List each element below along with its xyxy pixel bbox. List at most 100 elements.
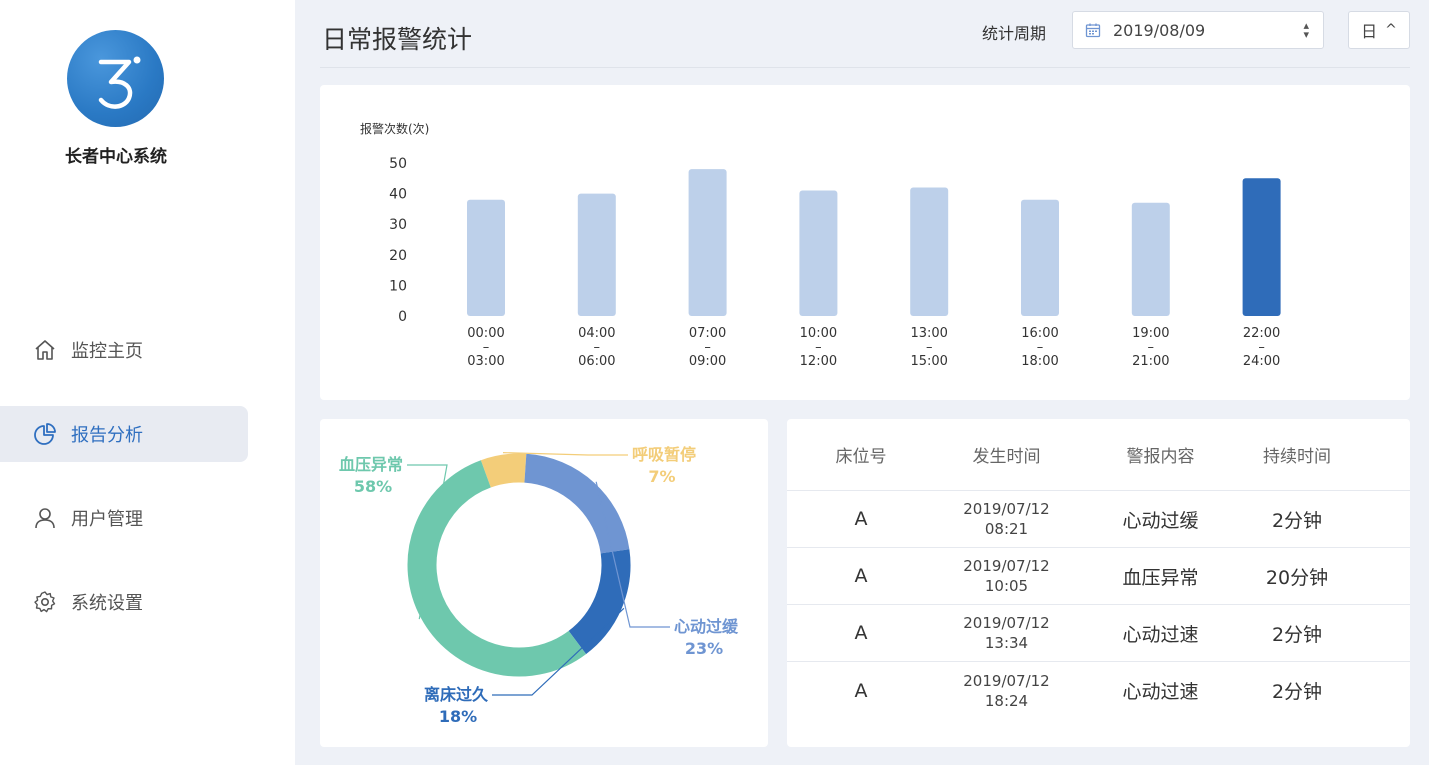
- y-tick-label: 30: [389, 217, 407, 233]
- y-axis-label: 报警次数(次): [360, 121, 429, 136]
- alarm-type-donut-chart: 血压异常 58% 呼吸暂停 7% 心动过缓 23% 离床过久 18%: [320, 419, 768, 747]
- x-tick-label: 15:00: [910, 354, 947, 369]
- y-tick-label: 10: [389, 278, 407, 294]
- sidebar-item-system-settings[interactable]: 系统设置: [0, 574, 295, 630]
- cell-content: 心动过速: [1122, 623, 1199, 646]
- cell-time: 2019/07/12 13:34: [935, 613, 1078, 653]
- brand-name: 长者中心系统: [65, 147, 167, 167]
- slice-percent: 7%: [648, 467, 675, 486]
- cell-time: 2019/07/12 10:05: [935, 556, 1078, 596]
- date-value: 2019/08/09: [1113, 20, 1206, 40]
- table-header: 床位号 发生时间 警报内容 持续时间: [787, 419, 1410, 491]
- x-tick-label: 00:00: [467, 326, 504, 341]
- x-tick-label: –: [926, 340, 933, 355]
- bar: [1021, 199, 1059, 316]
- y-tick-label: 40: [389, 187, 407, 203]
- user-icon: [33, 506, 57, 530]
- cell-content: 血压异常: [1122, 566, 1199, 589]
- cell-clock: 08:21: [984, 520, 1029, 538]
- sidebar-item-label: 报告分析: [71, 425, 143, 446]
- y-tick-label: 50: [389, 156, 407, 172]
- slice-label: 血压异常: [339, 455, 403, 474]
- y-tick-label: 0: [398, 309, 407, 325]
- cell-clock: 10:05: [984, 577, 1029, 595]
- sidebar-item-report-analysis[interactable]: 报告分析: [0, 406, 248, 462]
- y-tick-label: 20: [389, 248, 407, 264]
- x-tick-label: –: [704, 340, 711, 355]
- sidebar-item-monitor-home[interactable]: 监控主页: [0, 322, 295, 378]
- period-unit-select[interactable]: 日 ^: [1348, 11, 1410, 49]
- col-header-content: 警报内容: [1126, 447, 1195, 467]
- sidebar-nav: 监控主页 报告分析 用户管理 系统设置: [0, 322, 295, 658]
- table-row[interactable]: A 2019/07/12 18:24 心动过速 2分钟: [787, 662, 1410, 719]
- table-row[interactable]: A 2019/07/12 13:34 心动过速 2分钟: [787, 605, 1410, 662]
- x-tick-label: 04:00: [578, 326, 615, 341]
- period-unit-value: 日: [1361, 22, 1378, 41]
- slice-percent: 18%: [439, 707, 477, 726]
- x-tick-label: 07:00: [689, 326, 726, 341]
- cell-date: 2019/07/12: [963, 614, 1050, 632]
- x-tick-label: –: [1258, 340, 1265, 355]
- calendar-icon: [1085, 22, 1101, 38]
- x-tick-label: 13:00: [910, 326, 947, 341]
- slice-percent: 23%: [685, 639, 723, 658]
- bar: [467, 199, 505, 316]
- cell-bed: A: [854, 622, 868, 644]
- x-tick-label: 18:00: [1021, 354, 1058, 369]
- date-picker[interactable]: 2019/08/09 ▴ ▾: [1072, 11, 1324, 49]
- sidebar-item-label: 用户管理: [71, 509, 143, 530]
- bar: [799, 190, 838, 316]
- x-tick-label: 09:00: [689, 354, 726, 369]
- cell-bed: A: [854, 508, 868, 530]
- donut-slice: [523, 453, 630, 554]
- bar-chart-svg: 报警次数(次)0102030405000:00–03:0004:00–06:00…: [360, 121, 1281, 369]
- page-title: 日常报警统计: [322, 25, 473, 54]
- cell-clock: 18:24: [984, 691, 1029, 710]
- table-row[interactable]: A 2019/07/12 10:05 血压异常 20分钟: [787, 548, 1410, 605]
- col-header-bed: 床位号: [835, 447, 887, 467]
- slice-label: 离床过久: [424, 685, 489, 704]
- col-header-time: 发生时间: [972, 447, 1041, 467]
- x-tick-label: 22:00: [1243, 326, 1280, 341]
- cell-bed: A: [854, 679, 868, 702]
- cell-date: 2019/07/12: [963, 500, 1050, 518]
- cell-time: 2019/07/12 08:21: [935, 499, 1078, 539]
- cell-bed: A: [854, 565, 868, 587]
- x-tick-label: 24:00: [1243, 354, 1280, 369]
- x-tick-label: 12:00: [800, 354, 837, 369]
- gear-icon: [33, 590, 57, 614]
- bar: [1131, 202, 1170, 316]
- home-icon: [33, 338, 57, 362]
- cell-date: 2019/07/12: [963, 557, 1050, 575]
- select-arrows-icon: ▴ ▾: [1303, 19, 1309, 41]
- period-label: 统计周期: [982, 24, 1047, 43]
- x-tick-label: 03:00: [467, 354, 504, 369]
- bar: [910, 187, 949, 316]
- slice-percent: 58%: [354, 477, 392, 496]
- cell-duration: 2分钟: [1271, 509, 1323, 532]
- chevron-up-icon: ^: [1385, 22, 1397, 38]
- alarm-table: 床位号 发生时间 警报内容 持续时间 A 2019/07/12 08:21 心动过…: [787, 419, 1410, 747]
- donut-slice: [568, 549, 631, 655]
- cell-duration: 2分钟: [1271, 623, 1323, 646]
- x-tick-label: 10:00: [800, 326, 837, 341]
- cell-duration: 20分钟: [1265, 566, 1329, 589]
- x-tick-label: 19:00: [1132, 326, 1169, 341]
- alarm-bar-chart: 报警次数(次) 0 10 20 30 40 50 00:00–03:00 04:00–06:00…: [320, 85, 1410, 400]
- cell-duration: 2分钟: [1271, 681, 1323, 703]
- donut-slice: [480, 453, 527, 488]
- x-tick-label: –: [1037, 340, 1044, 355]
- slice-label: 呼吸暂停: [632, 445, 696, 464]
- table-row[interactable]: A 2019/07/12 08:21 心动过缓 2分钟: [787, 491, 1410, 548]
- cell-time: 2019/07/12 18:24: [935, 671, 1078, 711]
- x-tick-label: –: [815, 340, 822, 355]
- x-tick-label: 21:00: [1132, 354, 1169, 369]
- cell-clock: 13:34: [984, 634, 1029, 652]
- sidebar-item-user-management[interactable]: 用户管理: [0, 490, 295, 546]
- cell-content: 心动过速: [1122, 681, 1199, 703]
- slice-label: 心动过缓: [674, 617, 739, 636]
- donut-slice: [407, 460, 587, 677]
- donut-chart-svg: 血压异常 58% 呼吸暂停 7% 心动过缓 23% 离床过久 18%: [339, 445, 739, 726]
- x-tick-label: –: [594, 340, 601, 355]
- sidebar-item-label: 系统设置: [71, 593, 143, 614]
